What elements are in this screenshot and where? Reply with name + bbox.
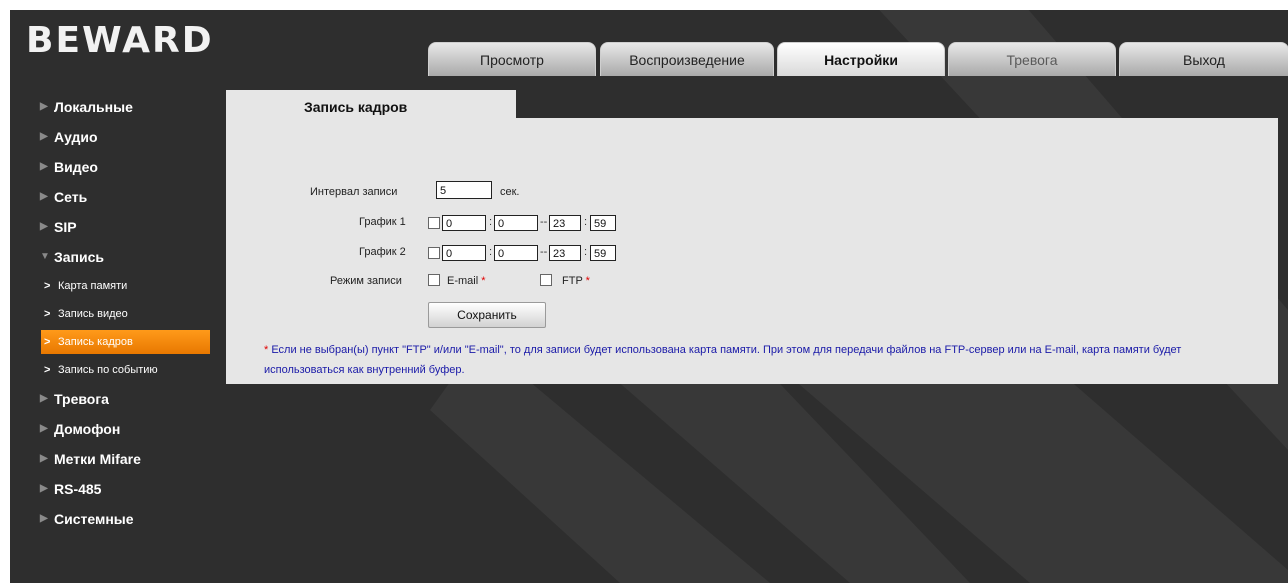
sidebar-item-label: Сеть	[54, 189, 88, 205]
sidebar-item-label: SIP	[54, 219, 77, 235]
schedule1-checkbox[interactable]	[428, 217, 440, 229]
schedule1-end-hour[interactable]: 23	[549, 215, 581, 231]
tab-view[interactable]: Просмотр	[428, 42, 596, 76]
tab-settings[interactable]: Настройки	[777, 42, 945, 76]
sidebar-subitem-label: Запись кадров	[58, 336, 133, 348]
tab-playback[interactable]: Воспроизведение	[600, 42, 774, 76]
dash-separator: --	[540, 246, 548, 258]
schedule2-checkbox[interactable]	[428, 247, 440, 259]
required-star: *	[481, 275, 486, 287]
sidebar-item-label: RS-485	[54, 481, 102, 497]
sidebar-item-local[interactable]: ▶ Локальные	[38, 92, 198, 122]
triangle-right-icon: ▶	[40, 131, 48, 142]
triangle-right-icon: ▶	[40, 101, 48, 112]
interval-label: Интервал записи	[310, 186, 398, 198]
tab-exit[interactable]: Выход	[1119, 42, 1288, 76]
sidebar-item-network[interactable]: ▶ Сеть	[38, 182, 198, 212]
triangle-right-icon: ▶	[40, 453, 48, 464]
panel-tab: Запись кадров	[226, 90, 516, 120]
schedule1-label: График 1	[359, 216, 406, 228]
email-checkbox[interactable]	[428, 274, 440, 286]
sidebar-subitem-memory-card[interactable]: > Карта памяти	[38, 272, 198, 300]
sidebar-item-label: Метки Mifare	[54, 451, 141, 467]
sidebar-item-label: Системные	[54, 511, 134, 527]
triangle-right-icon: ▶	[40, 423, 48, 434]
ftp-label: FTP *	[562, 275, 590, 287]
ftp-checkbox[interactable]	[540, 274, 552, 286]
schedule1-end-minute[interactable]: 59	[590, 215, 616, 231]
chevron-right-icon: >	[44, 364, 51, 376]
sidebar-item-label: Тревога	[54, 391, 109, 407]
sidebar: ▶ Локальные ▶ Аудио ▶ Видео ▶ Сеть ▶ SIP ▼ Зап…	[38, 92, 210, 534]
sidebar-item-sip[interactable]: ▶ SIP	[38, 212, 198, 242]
sidebar-item-mifare[interactable]: ▶ Метки Mifare	[38, 444, 198, 474]
sidebar-subitem-video-record[interactable]: > Запись видео	[38, 300, 198, 328]
colon-separator: :	[489, 246, 493, 258]
chevron-right-icon: >	[44, 336, 51, 348]
required-star: *	[585, 275, 590, 287]
beward-logo: BEWARD	[26, 20, 214, 61]
triangle-right-icon: ▶	[40, 161, 48, 172]
triangle-right-icon: ▶	[40, 393, 48, 404]
sidebar-subitem-label: Запись по событию	[58, 364, 158, 376]
note-text: Если не выбран(ы) пункт "FTP" и/или "E-m…	[264, 344, 1182, 376]
email-label: E-mail *	[447, 275, 486, 287]
email-label-text: E-mail	[447, 275, 479, 287]
sidebar-subitem-label: Карта памяти	[58, 280, 128, 292]
colon-separator: :	[584, 246, 588, 258]
schedule2-end-minute[interactable]: 59	[590, 245, 616, 261]
schedule2-start-minute[interactable]: 0	[494, 245, 538, 261]
triangle-right-icon: ▶	[40, 483, 48, 494]
tab-alarm[interactable]: Тревога	[948, 42, 1116, 76]
schedule1-start-hour[interactable]: 0	[442, 215, 486, 231]
sidebar-item-intercom[interactable]: ▶ Домофон	[38, 414, 198, 444]
sidebar-item-alarm[interactable]: ▶ Тревога	[38, 384, 198, 414]
schedule2-start-hour[interactable]: 0	[442, 245, 486, 261]
chevron-right-icon: >	[44, 308, 51, 320]
sidebar-item-label: Локальные	[54, 99, 133, 115]
colon-separator: :	[489, 216, 493, 228]
dash-separator: --	[540, 216, 548, 228]
schedule1-start-minute[interactable]: 0	[494, 215, 538, 231]
sidebar-item-video[interactable]: ▶ Видео	[38, 152, 198, 182]
interval-input[interactable]: 5	[436, 181, 492, 199]
triangle-down-icon: ▼	[40, 251, 50, 262]
storage-note: * Если не выбран(ы) пункт "FTP" и/или "E…	[264, 340, 1264, 380]
sidebar-item-system[interactable]: ▶ Системные	[38, 504, 198, 534]
settings-panel: Интервал записи 5 сек. График 1 0 : 0 --…	[226, 118, 1278, 384]
sidebar-subitem-frame-record[interactable]: > Запись кадров	[41, 330, 210, 354]
sidebar-subitem-event-record[interactable]: > Запись по событию	[38, 356, 198, 384]
schedule2-label: График 2	[359, 246, 406, 258]
triangle-right-icon: ▶	[40, 221, 48, 232]
page-frame: BEWARD Просмотр Воспроизведение Настройк…	[10, 10, 1288, 583]
panel-title: Запись кадров	[304, 99, 408, 115]
colon-separator: :	[584, 216, 588, 228]
sidebar-item-record[interactable]: ▼ Запись	[38, 242, 198, 272]
save-button[interactable]: Сохранить	[428, 302, 546, 328]
sidebar-item-label: Домофон	[54, 421, 121, 437]
ftp-label-text: FTP	[562, 275, 583, 287]
sidebar-item-label: Аудио	[54, 129, 98, 145]
record-mode-label: Режим записи	[330, 275, 402, 287]
sidebar-item-label: Видео	[54, 159, 98, 175]
sidebar-item-rs485[interactable]: ▶ RS-485	[38, 474, 198, 504]
triangle-right-icon: ▶	[40, 191, 48, 202]
interval-unit: сек.	[500, 186, 520, 198]
triangle-right-icon: ▶	[40, 513, 48, 524]
sidebar-item-label: Запись	[54, 249, 105, 265]
sidebar-item-audio[interactable]: ▶ Аудио	[38, 122, 198, 152]
sidebar-subitem-label: Запись видео	[58, 308, 128, 320]
chevron-right-icon: >	[44, 280, 51, 292]
schedule2-end-hour[interactable]: 23	[549, 245, 581, 261]
